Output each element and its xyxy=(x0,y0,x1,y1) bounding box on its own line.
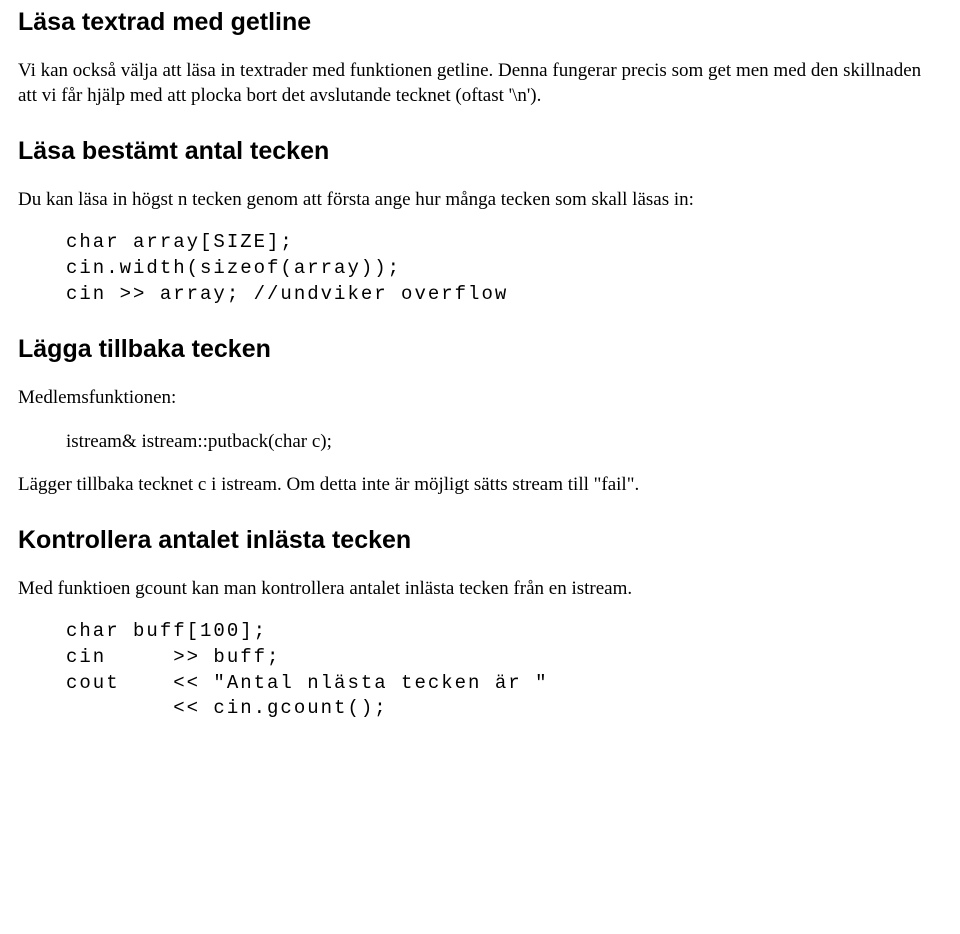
heading-putback: Lägga tillbaka tecken xyxy=(18,333,942,367)
heading-fixed-count: Läsa bestämt antal tecken xyxy=(18,135,942,169)
heading-getline: Läsa textrad med getline xyxy=(18,6,942,40)
paragraph-getline: Vi kan också välja att läsa in textrader… xyxy=(18,58,942,109)
code-block-array-width: char array[SIZE]; cin.width(sizeof(array… xyxy=(66,230,942,307)
paragraph-gcount: Med funktioen gcount kan man kontrollera… xyxy=(18,576,942,602)
heading-gcount: Kontrollera antalet inlästa tecken xyxy=(18,524,942,558)
code-block-gcount: char buff[100]; cin >> buff; cout << "An… xyxy=(66,619,942,722)
paragraph-member-function: Medlemsfunktionen: xyxy=(18,385,942,411)
paragraph-putback-desc: Lägger tillbaka tecknet c i istream. Om … xyxy=(18,472,942,498)
signature-putback: istream& istream::putback(char c); xyxy=(66,429,942,455)
paragraph-fixed-count: Du kan läsa in högst n tecken genom att … xyxy=(18,187,942,213)
